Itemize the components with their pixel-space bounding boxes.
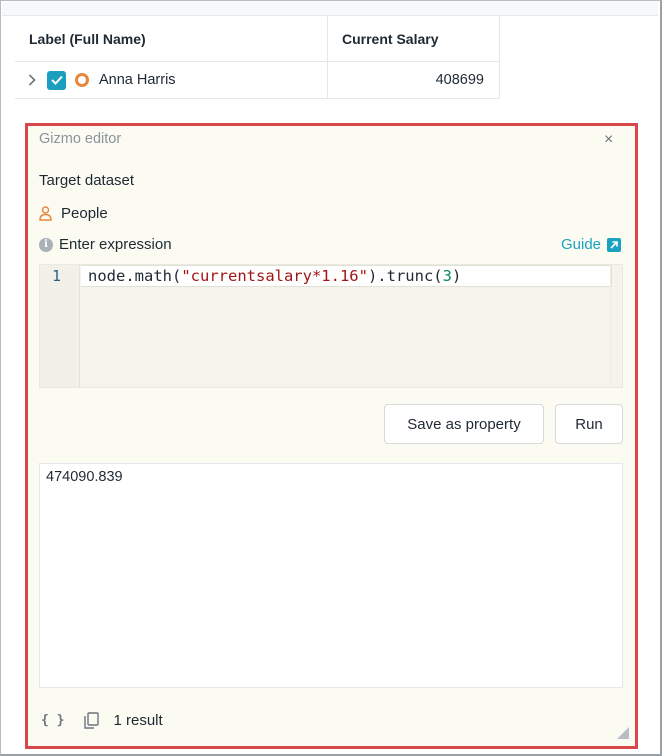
result-pane: 474090.839: [39, 463, 623, 688]
resize-handle-icon[interactable]: [617, 727, 629, 739]
guide-label: Guide: [561, 236, 602, 253]
run-button[interactable]: Run: [555, 404, 623, 444]
vertical-scrollbar[interactable]: [610, 265, 622, 387]
save-as-property-button[interactable]: Save as property: [384, 404, 544, 444]
person-icon: [39, 206, 52, 221]
external-link-icon: [607, 237, 622, 252]
dataset-selector[interactable]: People: [39, 205, 108, 222]
app-frame: Label (Full Name) Current Salary Anna Ha…: [0, 0, 662, 756]
braces-icon[interactable]: { }: [41, 713, 64, 728]
top-bar: [2, 2, 658, 16]
gizmo-editor-panel: Gizmo editor × Target dataset People i E…: [27, 125, 636, 747]
table-header: Label (Full Name) Current Salary: [15, 16, 500, 62]
panel-footer: { } 1 result: [41, 712, 163, 729]
code-prefix: node.math(: [88, 267, 182, 285]
info-icon[interactable]: i: [39, 237, 53, 252]
table-row[interactable]: Anna Harris 408699: [15, 62, 500, 99]
node-ring-icon: [75, 73, 89, 87]
code-suffix: ): [451, 267, 462, 285]
column-header-label[interactable]: Label (Full Name): [15, 16, 328, 61]
code-number: 3: [442, 267, 452, 285]
code-line[interactable]: node.math("currentsalary*1.16").trunc(3): [88, 265, 461, 287]
dataset-name: People: [61, 205, 108, 222]
column-header-salary[interactable]: Current Salary: [328, 16, 500, 61]
row-label: Anna Harris: [99, 72, 176, 88]
panel-title: Gizmo editor: [39, 131, 122, 147]
salary-cell: 408699: [328, 62, 500, 98]
copy-icon[interactable]: [84, 712, 100, 729]
chevron-right-icon[interactable]: [28, 74, 40, 86]
line-gutter: 1: [40, 265, 80, 387]
guide-link[interactable]: Guide: [561, 236, 622, 253]
code-string: "currentsalary*1.16": [181, 267, 368, 285]
result-count: 1 result: [113, 712, 163, 729]
line-number: 1: [52, 267, 62, 285]
code-middle: ).trunc(: [367, 267, 443, 285]
row-checkbox[interactable]: [47, 70, 66, 90]
label-cell: Anna Harris: [15, 62, 328, 98]
expression-heading: i Enter expression: [39, 236, 172, 253]
check-icon: [50, 75, 63, 85]
expression-label: Enter expression: [59, 236, 172, 253]
target-dataset-label: Target dataset: [39, 172, 135, 189]
close-icon[interactable]: ×: [604, 131, 613, 149]
code-editor[interactable]: 1 node.math("currentsalary*1.16").trunc(…: [39, 264, 623, 388]
data-table: Label (Full Name) Current Salary Anna Ha…: [15, 16, 500, 99]
result-value: 474090.839: [46, 469, 123, 485]
